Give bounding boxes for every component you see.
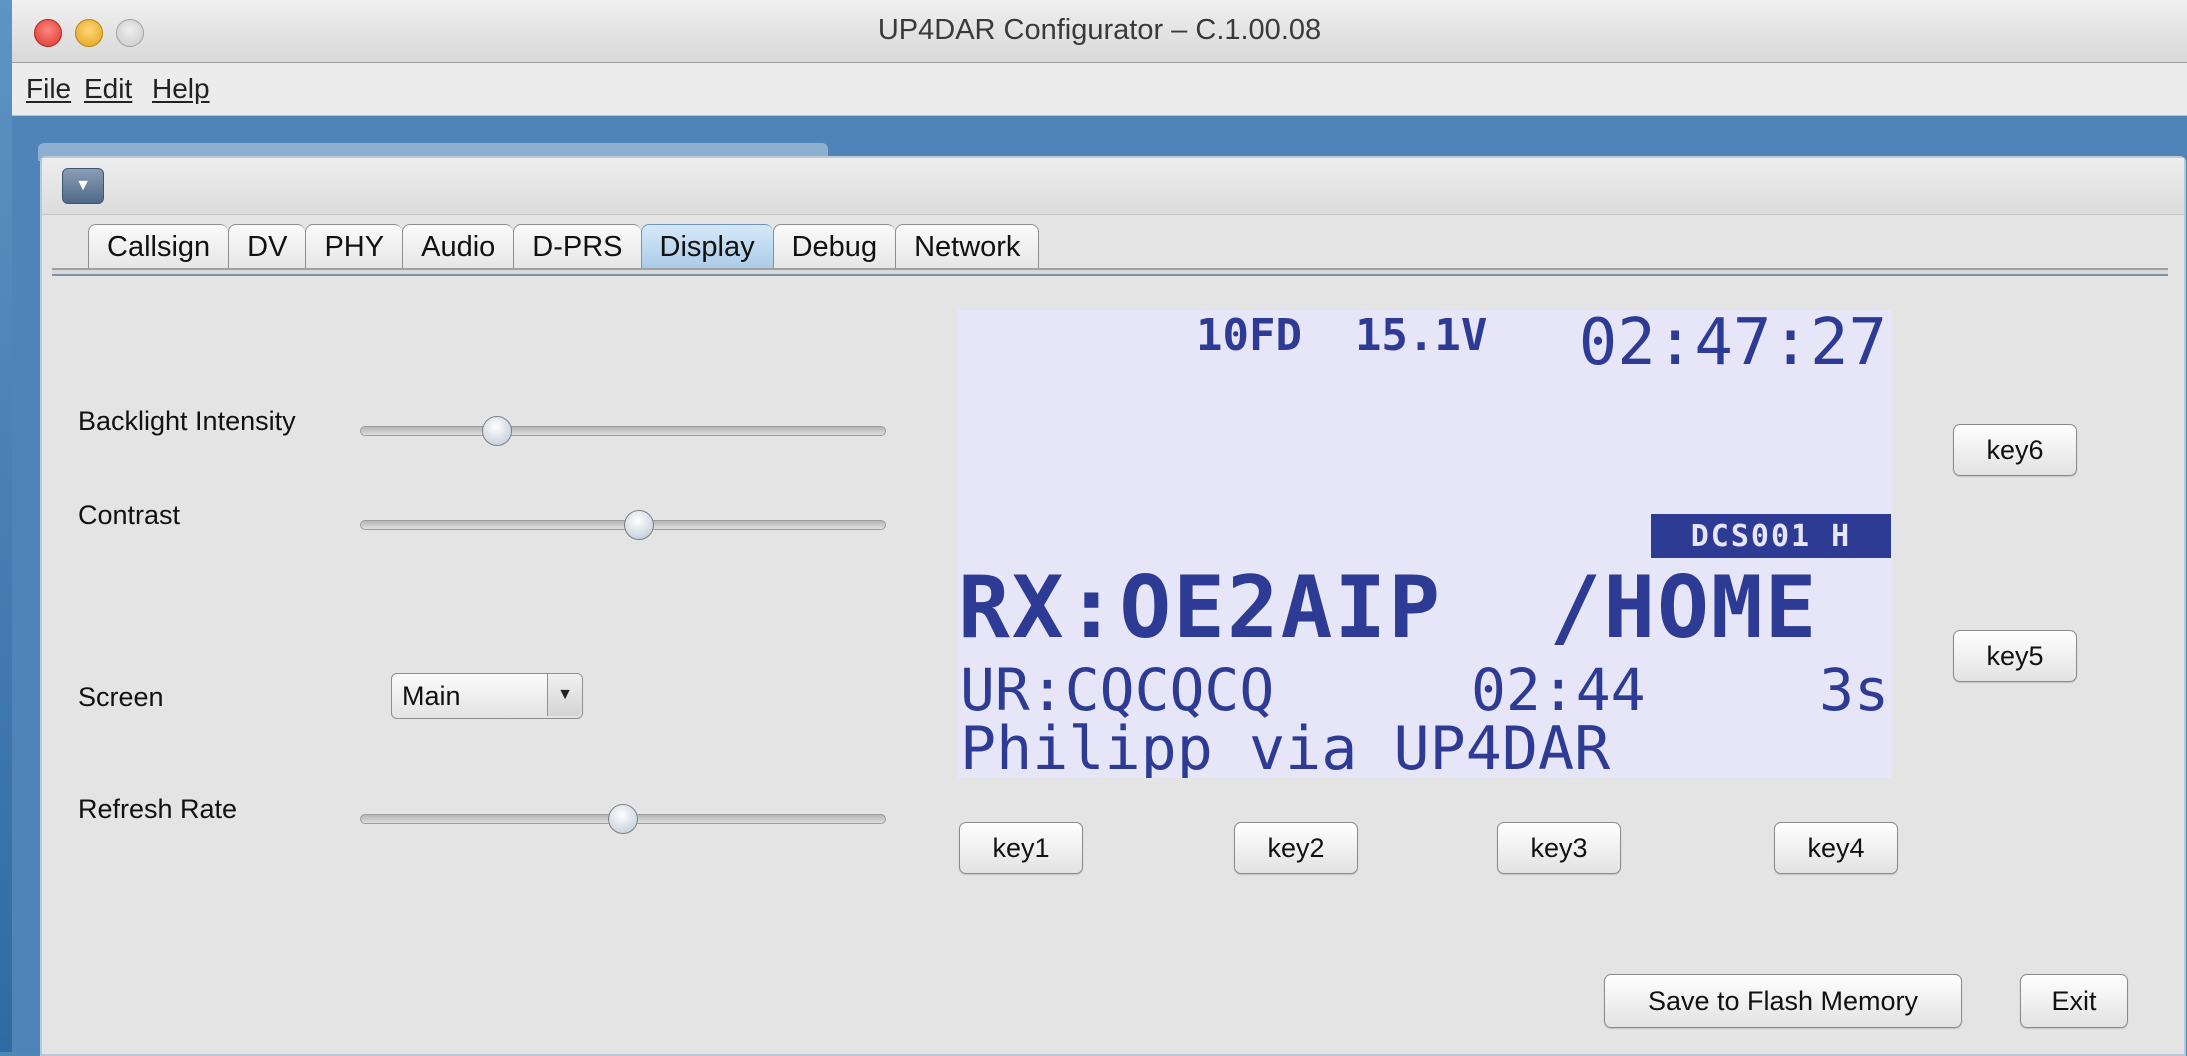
app-window: UP4DAR Configurator – C.1.00.08 File Edi… [12, 0, 2187, 1056]
lcd-reflector-badge: DCS001 H [1651, 514, 1891, 558]
frame-header: ▼ [42, 158, 2184, 215]
tab-display[interactable]: Display [640, 224, 773, 270]
key6-button[interactable]: key6 [1953, 424, 2077, 476]
key1-button[interactable]: key1 [959, 822, 1083, 874]
refresh-rate-slider[interactable] [360, 804, 886, 834]
lcd-rx-line: RX:OE2AIP /HOME [958, 558, 1819, 658]
menu-edit[interactable]: Edit [84, 73, 132, 105]
menu-bar: File Edit Help [12, 63, 2187, 116]
contrast-slider-knob[interactable] [623, 510, 654, 540]
menu-file[interactable]: File [26, 73, 71, 105]
screen-select[interactable]: Main ▼ [391, 673, 583, 719]
key2-button[interactable]: key2 [1234, 822, 1358, 874]
tab-callsign[interactable]: Callsign [88, 224, 229, 270]
save-to-flash-button[interactable]: Save to Flash Memory [1604, 974, 1962, 1028]
refresh-rate-slider-knob[interactable] [608, 804, 638, 834]
exit-button[interactable]: Exit [2020, 974, 2128, 1028]
key5-button[interactable]: key5 [1953, 630, 2077, 682]
lcd-preview: 10FD 15.1V 02:47:27 DCS001 H RX:OE2AIP /… [958, 310, 1891, 778]
contrast-slider[interactable] [360, 510, 886, 540]
tab-debug[interactable]: Debug [772, 224, 896, 270]
configurator-frame: ▼ Callsign DV PHY Audio D-PRS Display De… [40, 156, 2186, 1056]
frame-menu-icon[interactable]: ▼ [62, 168, 104, 204]
contrast-label: Contrast [78, 500, 181, 530]
screen-select-value: Main [402, 681, 461, 711]
lcd-text-line: Philipp via UP4DAR [960, 714, 1611, 778]
tab-phy[interactable]: PHY [305, 224, 403, 270]
refresh-rate-label: Refresh Rate [78, 794, 238, 824]
key4-button[interactable]: key4 [1774, 822, 1898, 874]
title-bar: UP4DAR Configurator – C.1.00.08 [12, 0, 2187, 63]
desktop-background [0, 0, 12, 1052]
tab-bar: Callsign DV PHY Audio D-PRS Display Debu… [88, 224, 1040, 270]
menu-help[interactable]: Help [152, 73, 210, 105]
lcd-status-text: 10FD 15.1V [1196, 310, 1488, 361]
chevron-down-icon[interactable]: ▼ [547, 674, 582, 716]
tab-d-prs[interactable]: D-PRS [513, 224, 641, 270]
window-title: UP4DAR Configurator – C.1.00.08 [877, 14, 1322, 46]
screen-label: Screen [78, 682, 164, 712]
tab-audio[interactable]: Audio [402, 224, 514, 270]
key3-button[interactable]: key3 [1497, 822, 1621, 874]
lcd-clock: 02:47:27 [1578, 310, 1887, 380]
tab-panel-border [52, 268, 2168, 276]
backlight-label: Backlight Intensity [78, 406, 296, 436]
backlight-slider-knob[interactable] [482, 416, 513, 446]
tab-network[interactable]: Network [895, 224, 1040, 270]
lcd-ur-duration: 3s [1819, 656, 1889, 724]
backlight-slider[interactable] [360, 416, 886, 446]
tab-dv[interactable]: DV [228, 224, 306, 270]
